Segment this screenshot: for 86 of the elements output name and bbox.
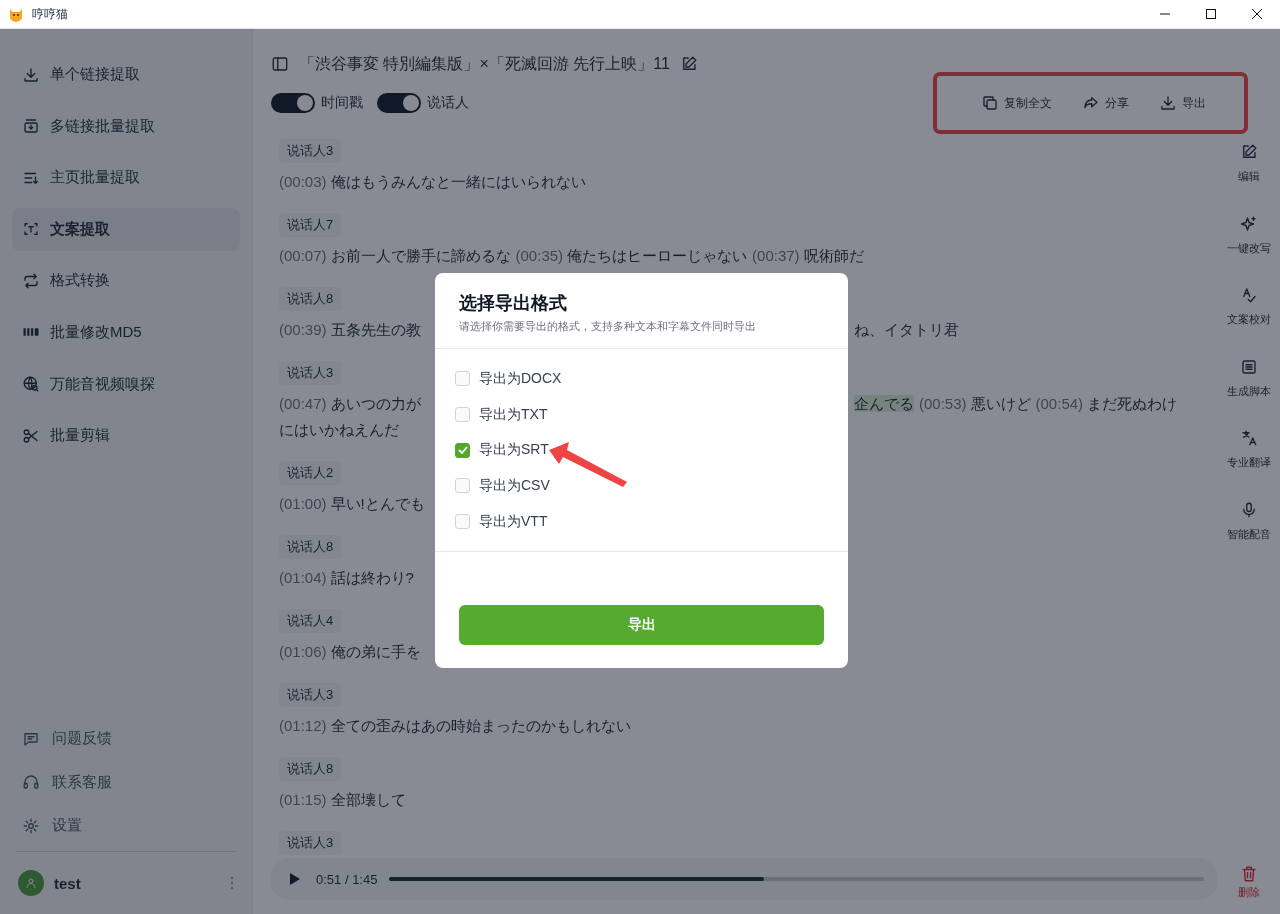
microphone-icon [1240, 500, 1258, 519]
tool-button[interactable]: 文案校对 [1218, 286, 1280, 358]
tool-button[interactable]: 一键改写 [1218, 214, 1280, 286]
format-checkbox[interactable]: 导出为VTT [455, 503, 548, 540]
transcript-text: (00:07) お前一人で勝手に諦めるな [279, 247, 511, 264]
spellcheck-icon [1240, 286, 1258, 304]
tool-button[interactable]: 编辑 [1218, 143, 1280, 215]
sparkle-icon [1240, 214, 1258, 233]
transcript-text: (00:53) 悪いけど [919, 395, 1031, 412]
toggle-switch[interactable]: 说话人 [377, 93, 469, 113]
delete-button[interactable]: 删除 [1238, 865, 1260, 900]
sidebar-item[interactable]: 文案提取 [12, 207, 240, 251]
download-icon [1159, 94, 1177, 112]
export-button[interactable]: 导出 [459, 605, 824, 645]
format-checkbox[interactable]: 导出为SRT [455, 432, 549, 469]
scissors-icon [22, 426, 40, 445]
transcript-text: ね、イタトリ君 [854, 321, 959, 338]
format-checkbox[interactable]: 导出为DOCX [455, 361, 562, 397]
user-name: test [54, 874, 81, 892]
speaker-tag: 说话人3 [279, 139, 342, 163]
transcript-text: (00:37) 呪術師だ [752, 247, 864, 264]
transcript-text: (00:54) まだ死ぬわけ [1035, 395, 1178, 412]
transcript-text: (00:39) 五条先生の教 [279, 321, 421, 338]
repeat-icon [22, 271, 40, 290]
sidebar-item[interactable]: 单个链接提取 [12, 53, 240, 96]
format-checkbox[interactable]: 导出为TXT [455, 396, 548, 433]
tool-button[interactable]: 智能配音 [1218, 500, 1280, 572]
globe-icon [22, 375, 40, 394]
transcript-text: (01:12) 全ての歪みはあの時始まったのかもしれない [279, 717, 631, 734]
dialog-subtitle: 请选择你需要导出的格式，支持多种文本和字幕文件同时导出 [459, 319, 757, 334]
sidebar-footer-item[interactable]: 问题反馈 [12, 720, 240, 757]
download-icon [22, 65, 40, 84]
tool-button[interactable]: 生成脚本 [1218, 357, 1280, 429]
headset-icon [22, 773, 40, 791]
speaker-tag: 说话人8 [279, 535, 342, 559]
more-icon[interactable] [230, 876, 234, 890]
edit-icon [1240, 143, 1258, 161]
maximize-icon [1206, 9, 1216, 19]
sidebar-footer-item[interactable]: 设置 [12, 807, 240, 844]
sidebar-item[interactable]: 万能音视频嗅探 [12, 362, 240, 406]
close-icon [1252, 9, 1262, 19]
window-title: 哼哼猫 [32, 5, 68, 23]
progress-track[interactable] [389, 877, 1204, 881]
transcript-text: (00:35) 俺たちはヒーローじゃない [515, 247, 748, 264]
document-title: 「渋谷事変 特別編集版」×「死滅回游 先行上映」11 [299, 53, 670, 74]
tray-icon [22, 117, 40, 136]
sidebar-item[interactable]: 批量剪辑 [12, 414, 240, 458]
sidebar-item[interactable]: 批量修改MD5 [12, 310, 240, 354]
sidebar-item[interactable]: 多链接批量提取 [12, 104, 240, 148]
trash-icon [1240, 865, 1258, 883]
transcript-text: (01:15) 全部壊して [279, 791, 406, 808]
speaker-tag: 说话人8 [279, 757, 342, 781]
transcript-text: (00:47) あいつの力が [279, 395, 421, 412]
speaker-tag: 说话人7 [279, 213, 342, 237]
format-checkbox[interactable]: 导出为CSV [455, 468, 550, 504]
document-lines-icon [1240, 357, 1258, 376]
dialog-title: 选择导出格式 [459, 292, 568, 315]
speaker-tag: 说话人3 [279, 683, 342, 707]
copy-icon [981, 94, 999, 112]
transcript-text: 企んでる [854, 395, 914, 412]
transcript-text: (00:03) 俺はもうみんなと一緒にはいられない [279, 173, 586, 190]
toolbar-button[interactable]: 导出 [1159, 94, 1206, 112]
transcript-text: (01:06) 俺の弟に手を [279, 643, 421, 660]
speaker-tag: 说话人3 [279, 831, 342, 855]
toolbar-button[interactable]: 复制全文 [981, 94, 1052, 112]
transcript-text: (01:04) 話は終わり? [279, 569, 414, 586]
speaker-tag: 说话人8 [279, 287, 342, 311]
playback-time: 0:51 / 1:45 [316, 871, 378, 887]
translate-icon [1240, 429, 1258, 447]
sidebar-item[interactable]: 格式转换 [12, 259, 240, 303]
person-icon [25, 877, 37, 889]
sidebar-toggle-icon[interactable] [271, 55, 289, 73]
speaker-tag: 说话人2 [279, 461, 342, 485]
tool-button[interactable]: 专业翻译 [1218, 429, 1280, 501]
speaker-tag: 说话人4 [279, 609, 342, 633]
toggle-switch[interactable]: 时间戳 [271, 93, 363, 113]
sidebar-item[interactable]: 主页批量提取 [12, 156, 240, 200]
cat-logo-icon [8, 6, 24, 22]
settings-icon [22, 816, 40, 835]
transcript-text: (01:00) 早い!とんでも [279, 495, 425, 512]
toolbar-button[interactable]: 分享 [1082, 94, 1129, 112]
transcript-text: にはいかねえんだ [279, 421, 399, 438]
sidebar-footer-item[interactable]: 联系客服 [12, 764, 240, 800]
check-icon [457, 446, 468, 455]
play-icon [288, 873, 300, 885]
speaker-tag: 说话人3 [279, 361, 342, 385]
